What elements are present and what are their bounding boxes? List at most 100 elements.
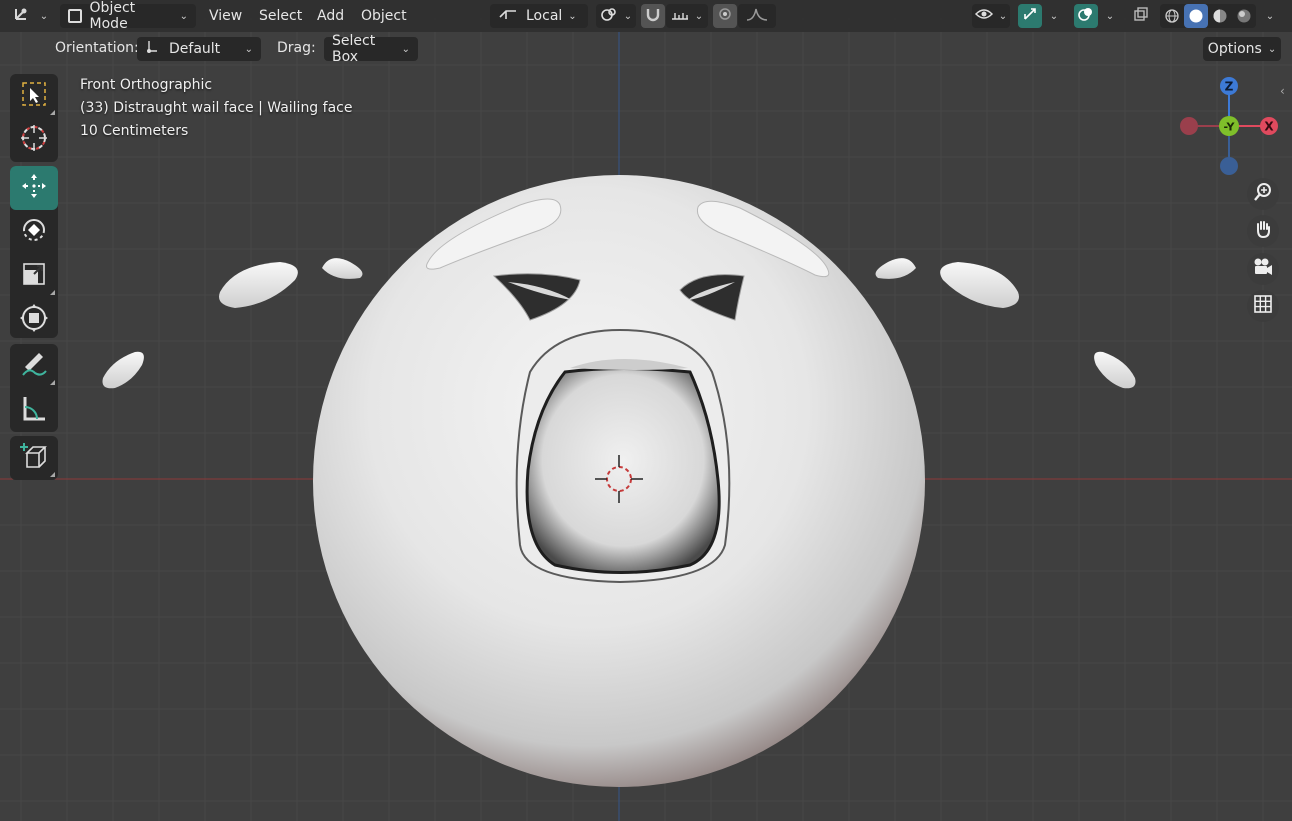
falloff-dropdown[interactable] (738, 4, 776, 28)
material-shading-icon[interactable] (1208, 4, 1232, 28)
camera-view-icon (1252, 257, 1274, 281)
eye-visibility-icon (974, 7, 993, 25)
overlays-options-dropdown[interactable]: ⌄ (1100, 4, 1120, 28)
orientation-label: Orientation: (55, 40, 139, 56)
pivot-point-icon (600, 6, 618, 26)
gizmo-x-label: X (1264, 120, 1274, 134)
toolbar-group-annotate (10, 344, 58, 432)
axes-editor-icon (12, 5, 34, 27)
visibility-dropdown[interactable]: ⌄ (972, 4, 1010, 28)
add-cube-tool[interactable] (10, 436, 58, 480)
grid-scale-text: 10 Centimeters (80, 123, 189, 139)
transform-tool[interactable] (10, 298, 58, 342)
chevron-down-icon: ⌄ (694, 10, 704, 22)
drag-dropdown[interactable]: Select Box ⌄ (324, 33, 418, 65)
menu-add[interactable]: Add (317, 0, 344, 32)
menu-select[interactable]: Select (259, 0, 302, 32)
chevron-down-icon: ⌄ (1265, 10, 1275, 22)
options-label: Options (1207, 41, 1262, 57)
view-name-text: Front Orthographic (80, 77, 213, 93)
overlays-icon (1078, 6, 1094, 26)
pivot-point-dropdown[interactable]: ⌄ (596, 4, 636, 28)
viewport-grid (0, 0, 1292, 821)
face-sphere-object[interactable] (313, 175, 925, 787)
chevron-down-icon: ⌄ (623, 10, 633, 22)
tool-settings-bar: Orientation: Default ⌄ Drag: Select Box … (0, 32, 1292, 66)
xray-toggle-icon (1133, 6, 1149, 26)
tool-variant-indicator (50, 472, 55, 477)
snap-target-dropdown[interactable]: ⌄ (666, 4, 708, 28)
navigation-gizmo[interactable]: Z X -Y (1172, 70, 1284, 182)
gizmo-toggle[interactable] (1018, 4, 1042, 28)
3d-viewport[interactable] (0, 0, 1292, 821)
orientation-dropdown[interactable]: Default ⌄ (137, 37, 261, 61)
orientation-gizmo-icon (145, 39, 159, 59)
select-box-tool[interactable] (10, 74, 58, 118)
gizmo-neg-x-handle (1180, 117, 1198, 135)
chevron-down-icon: ⌄ (1105, 10, 1115, 22)
menu-object[interactable]: Object (361, 0, 407, 32)
pan-button[interactable] (1247, 215, 1279, 247)
tool-variant-indicator (50, 380, 55, 385)
transform-icon (19, 303, 49, 337)
rotate-tool[interactable] (10, 210, 58, 254)
mode-label: Object Mode (89, 0, 136, 32)
falloff-curve-icon (746, 7, 768, 25)
grid-ortho-icon (1253, 294, 1273, 318)
rotate-icon (19, 215, 49, 249)
move-icon (19, 171, 49, 205)
menu-view[interactable]: View (209, 0, 242, 32)
annotate-icon (19, 349, 49, 383)
orientation-value: Default (169, 41, 221, 57)
scale-tool[interactable] (10, 254, 58, 298)
measure-tool[interactable] (10, 388, 58, 432)
chevron-down-icon: ⌄ (998, 10, 1008, 22)
hand-pan-icon (1253, 219, 1273, 243)
options-dropdown[interactable]: Options ⌄ (1203, 37, 1281, 61)
zoom-icon (1253, 182, 1273, 206)
drag-label: Drag: (277, 40, 316, 56)
toolbar-group-transform (10, 166, 58, 338)
scale-icon (20, 260, 48, 292)
add-cube-icon (19, 441, 49, 475)
editor-type-button[interactable]: ⌄ (10, 4, 50, 28)
move-tool[interactable] (10, 166, 58, 210)
gizmo-z-label: Z (1225, 80, 1234, 94)
gizmo-y-label: -Y (1224, 121, 1236, 134)
wireframe-shading-icon[interactable] (1160, 4, 1184, 28)
shading-options-dropdown[interactable]: ⌄ (1260, 4, 1280, 28)
zoom-button[interactable] (1247, 178, 1279, 210)
gizmo-toggle-icon (1022, 6, 1038, 26)
chevron-down-icon: ⌄ (179, 10, 188, 22)
orientation-axes-icon (498, 7, 518, 25)
annotate-tool[interactable] (10, 344, 58, 388)
chevron-down-icon: ⌄ (568, 10, 577, 22)
xray-toggle[interactable] (1129, 4, 1153, 28)
cursor-icon (19, 123, 49, 157)
proportional-edit-icon (718, 7, 732, 25)
select-box-icon (20, 80, 48, 112)
rendered-shading-icon[interactable] (1232, 4, 1256, 28)
proportional-edit-toggle[interactable] (713, 4, 737, 28)
gizmo-options-dropdown[interactable]: ⌄ (1044, 4, 1064, 28)
cursor-tool[interactable] (10, 118, 58, 162)
object-mode-icon (68, 9, 82, 23)
orientation-label: Local (526, 8, 563, 24)
snap-toggle[interactable] (641, 4, 665, 28)
chevron-down-icon: ⌄ (1049, 10, 1059, 22)
viewport-header: ⌄ Object Mode ⌄ View Select Add Object L… (0, 0, 1292, 32)
sidebar-toggle-chevron-icon[interactable]: ‹ (1280, 84, 1285, 98)
toolbar-group-select (10, 74, 58, 162)
ortho-toggle-button[interactable] (1247, 290, 1279, 322)
overlays-toggle[interactable] (1074, 4, 1098, 28)
camera-view-button[interactable] (1247, 253, 1279, 285)
toolbar-group-add (10, 436, 58, 480)
shading-modes (1160, 4, 1256, 28)
solid-shading-icon[interactable] (1184, 4, 1208, 28)
drag-value: Select Box (332, 33, 376, 65)
active-object-text: (33) Distraught wail face | Wailing face (80, 100, 353, 116)
chevron-down-icon: ⌄ (1267, 43, 1277, 55)
mode-dropdown[interactable]: Object Mode ⌄ (60, 0, 196, 32)
transform-orientation-dropdown[interactable]: Local ⌄ (490, 4, 588, 28)
chevron-down-icon: ⌄ (244, 43, 253, 55)
